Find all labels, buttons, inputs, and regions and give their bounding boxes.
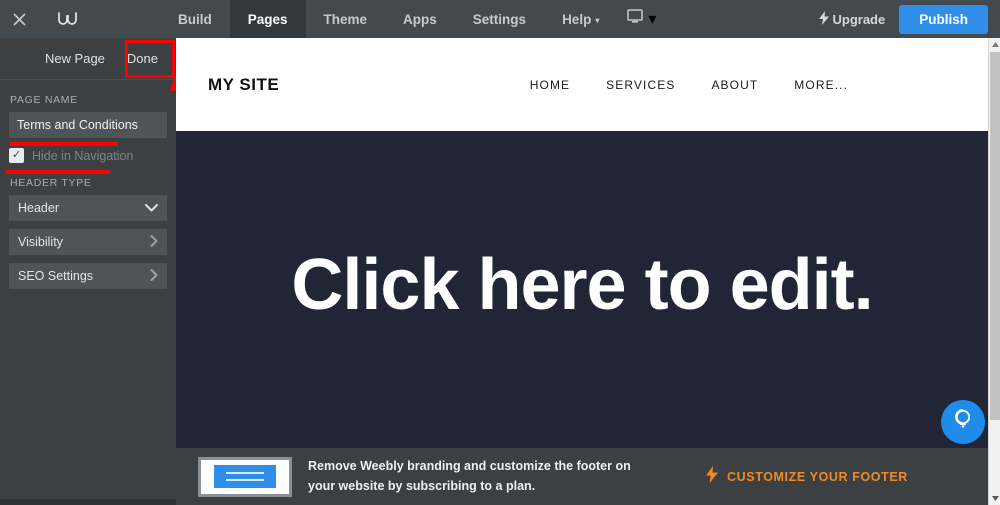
done-button[interactable]: Done (115, 45, 170, 72)
page-name-heading: PAGE NAME (10, 94, 78, 106)
site-nav-home[interactable]: HOME (530, 78, 570, 92)
footer-banner-message: Remove Weebly branding and customize the… (308, 459, 631, 493)
edit-placeholder-text: Click here to edit. (291, 244, 873, 325)
tab-help[interactable]: Help ▾ (544, 0, 617, 38)
seo-settings-row[interactable]: SEO Settings (9, 263, 167, 289)
tab-theme[interactable]: Theme (306, 0, 386, 38)
tab-pages[interactable]: Pages (229, 0, 306, 38)
editable-hero-region[interactable]: Click here to edit. (176, 131, 988, 448)
customize-footer-label: CUSTOMIZE YOUR FOOTER (727, 469, 908, 484)
tab-apps[interactable]: Apps (385, 0, 455, 38)
visibility-label: Visibility (18, 235, 63, 249)
customize-footer-button[interactable]: CUSTOMIZE YOUR FOOTER (706, 465, 908, 488)
seo-settings-label: SEO Settings (18, 269, 94, 283)
help-lightbulb-button[interactable] (941, 400, 985, 444)
done-label: Done (126, 51, 158, 66)
chevron-down-icon: ▾ (595, 15, 600, 25)
chevron-right-icon (150, 269, 158, 283)
sidebar-action-bar: New Page Done (0, 38, 176, 80)
tab-build-label: Build (178, 11, 212, 27)
checkbox-checked-icon[interactable]: ✓ (9, 148, 24, 163)
weebly-w-logo[interactable] (44, 0, 92, 38)
lightbulb-icon (953, 408, 973, 437)
upgrade-button[interactable]: Upgrade (818, 10, 886, 28)
page-name-value: Terms and Conditions (17, 118, 138, 132)
top-toolbar: Build Pages Theme Apps Settings Help ▾ ▾ (0, 0, 1000, 38)
tab-build[interactable]: Build (160, 0, 230, 38)
site-nav-more[interactable]: MORE... (794, 78, 848, 92)
close-icon[interactable] (0, 0, 38, 38)
monitor-icon (627, 9, 644, 29)
lightning-bolt-icon (818, 10, 829, 28)
page-name-input[interactable]: Terms and Conditions (9, 112, 167, 138)
chevron-down-icon: ▾ (648, 11, 657, 28)
tab-settings-label: Settings (472, 11, 527, 27)
publish-label: Publish (919, 11, 968, 27)
topbar-actions: Upgrade Publish (818, 0, 1000, 38)
device-preview-button[interactable]: ▾ (617, 0, 670, 38)
annotation-underline-page-name (10, 142, 118, 146)
header-type-dropdown[interactable]: Header (9, 195, 167, 221)
website-thumbnail-image (198, 456, 292, 497)
header-type-heading: HEADER TYPE (10, 177, 92, 189)
tab-help-label: Help (562, 11, 592, 27)
footer-upgrade-banner: Remove Weebly branding and customize the… (176, 448, 988, 505)
lightning-bolt-icon (706, 465, 718, 488)
tab-settings[interactable]: Settings (455, 0, 544, 38)
chevron-right-icon (150, 235, 158, 249)
site-title[interactable]: MY SITE (208, 75, 279, 95)
site-preview-canvas: MY SITE HOME SERVICES ABOUT MORE... Clic… (176, 38, 988, 448)
sidebar-bottom-strip (0, 499, 176, 505)
tab-theme-label: Theme (323, 11, 368, 27)
scroll-up-arrow-icon[interactable] (989, 38, 1000, 51)
new-page-button[interactable]: New Page (35, 45, 115, 72)
main-navigation-tabs: Build Pages Theme Apps Settings Help ▾ ▾ (160, 0, 670, 38)
hide-in-navigation-label: Hide in Navigation (32, 148, 134, 163)
annotation-underline-hide-in-navigation (5, 170, 110, 174)
chevron-down-icon (145, 202, 158, 214)
header-type-value: Header (18, 201, 59, 215)
tab-apps-label: Apps (403, 11, 437, 27)
site-nav-services[interactable]: SERVICES (606, 78, 675, 92)
scrollbar-thumb[interactable] (990, 52, 1000, 420)
page-scrollbar[interactable] (988, 38, 1000, 505)
pages-sidebar-panel: New Page Done PAGE NAME Terms and Condit… (0, 38, 176, 499)
site-header: MY SITE HOME SERVICES ABOUT MORE... (176, 38, 988, 131)
site-nav-about[interactable]: ABOUT (711, 78, 758, 92)
new-page-label: New Page (44, 51, 105, 66)
upgrade-label: Upgrade (832, 11, 886, 27)
scroll-down-arrow-icon[interactable] (989, 492, 1000, 505)
tab-pages-label: Pages (247, 11, 288, 27)
visibility-row[interactable]: Visibility (9, 229, 167, 255)
publish-button[interactable]: Publish (899, 4, 988, 34)
site-navigation: HOME SERVICES ABOUT MORE... (530, 78, 956, 92)
